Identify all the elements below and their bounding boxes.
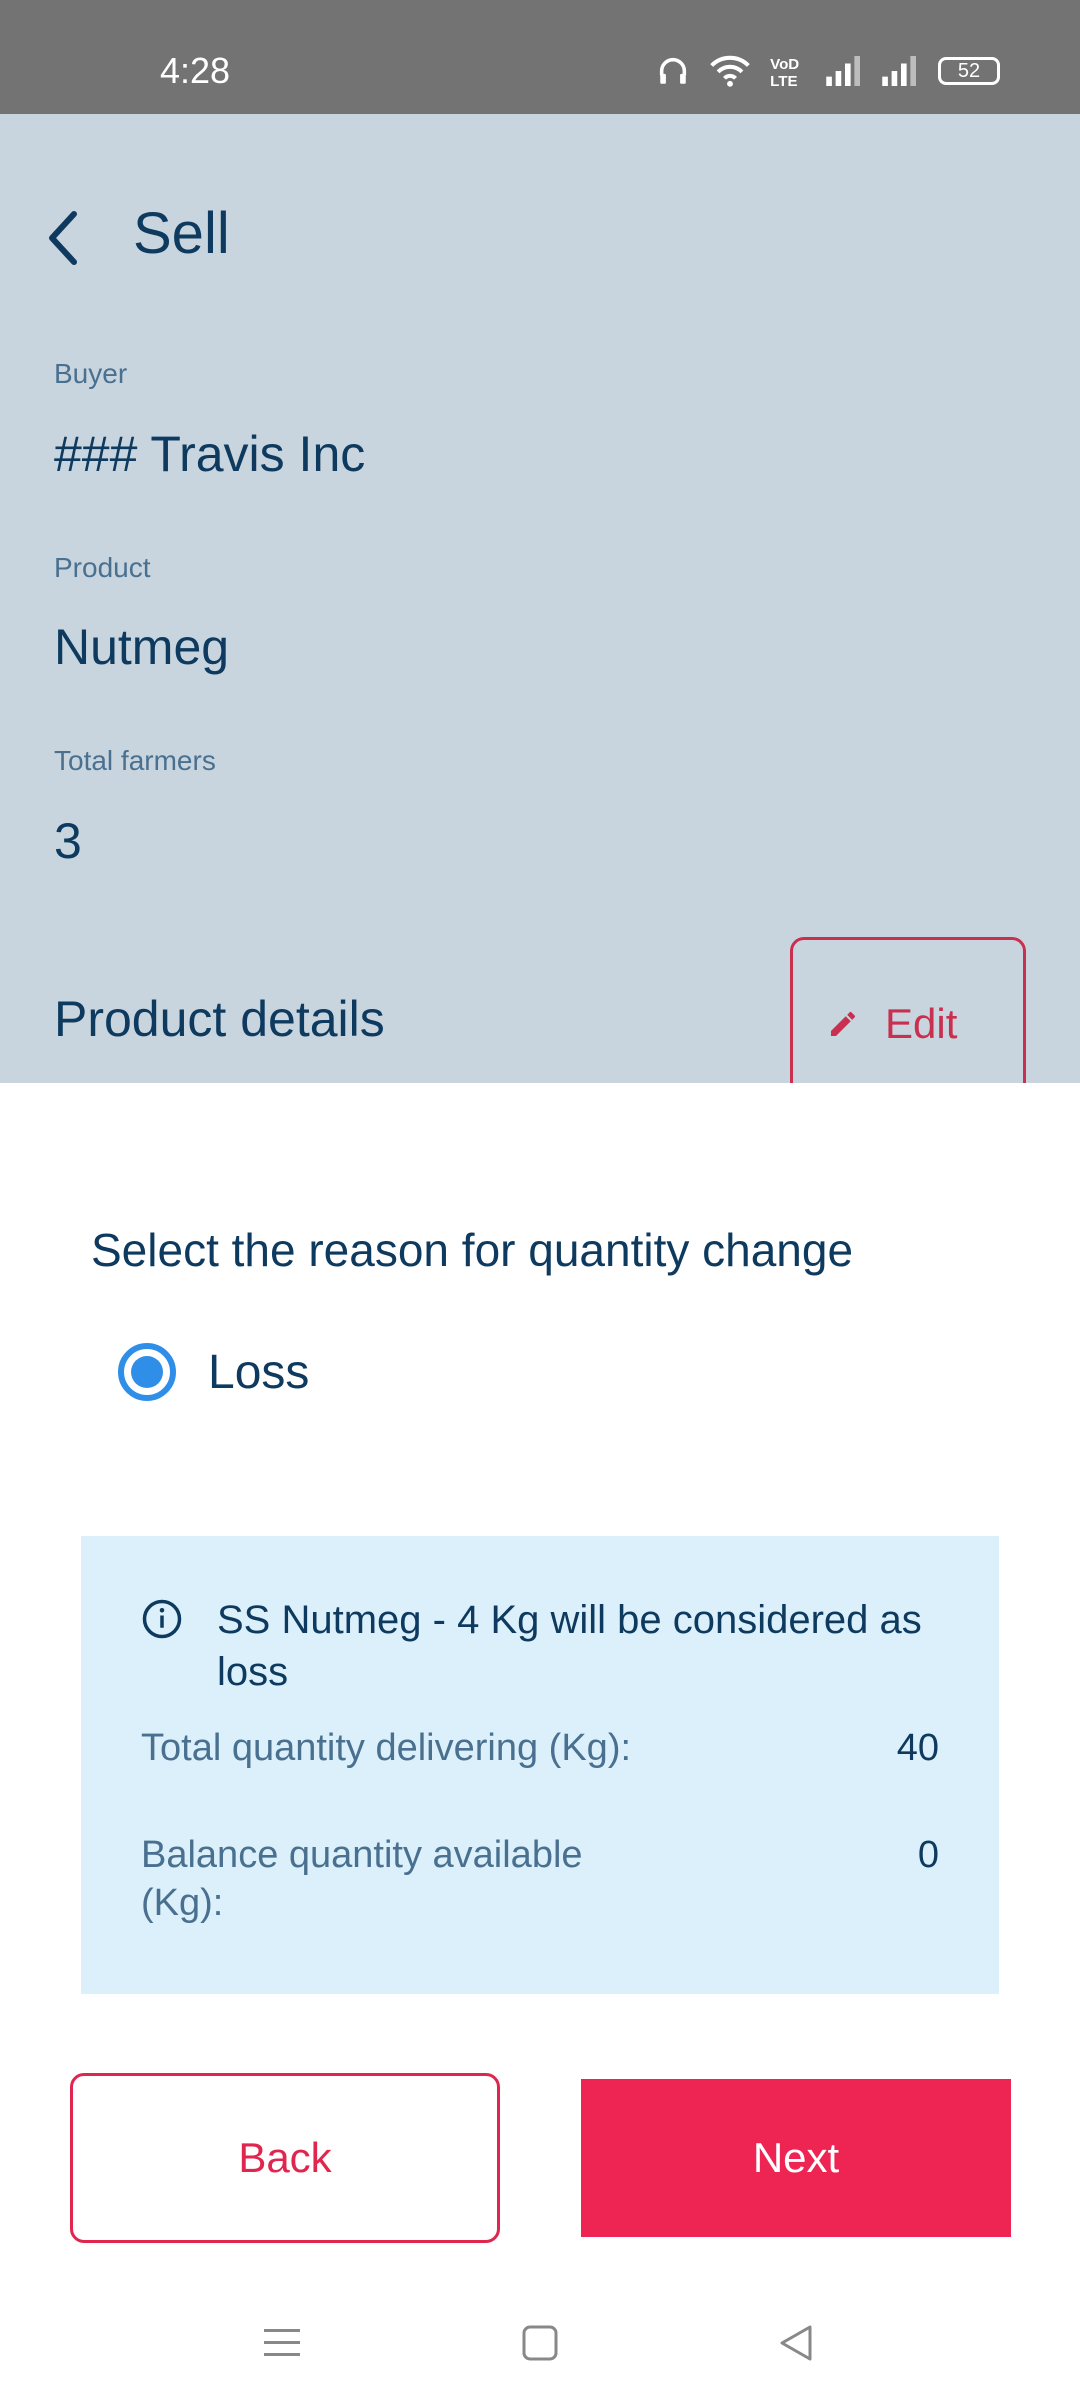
balance-quantity-value: 0 xyxy=(917,1834,939,1876)
info-box: SS Nutmeg - 4 Kg will be considered as l… xyxy=(81,1536,999,1994)
total-farmers-value: 3 xyxy=(54,813,82,869)
chevron-left-icon[interactable] xyxy=(44,208,84,268)
loss-option[interactable]: Loss xyxy=(118,1343,309,1401)
menu-icon[interactable] xyxy=(262,2323,302,2363)
buyer-label: Buyer xyxy=(54,358,128,389)
home-square-icon[interactable] xyxy=(520,2323,560,2363)
balance-quantity-label: Balance quantity available (Kg): xyxy=(141,1834,583,1924)
buyer-value: ### Travis Inc xyxy=(54,426,366,482)
wifi-icon xyxy=(710,55,750,87)
back-triangle-icon[interactable] xyxy=(776,2323,816,2363)
product-label: Product xyxy=(54,552,151,583)
status-icons: VoD LTE 52 xyxy=(656,54,1000,88)
status-bar: 4:28 VoD LTE 52 xyxy=(0,0,1080,114)
edit-button[interactable]: Edit xyxy=(790,937,1026,1097)
signal-icon xyxy=(882,56,916,86)
total-farmers-label: Total farmers xyxy=(54,745,216,776)
product-value: Nutmeg xyxy=(54,619,230,675)
edit-label: Edit xyxy=(885,1000,958,1047)
svg-text:LTE: LTE xyxy=(770,73,797,88)
loss-option-label: Loss xyxy=(208,1345,310,1399)
back-button[interactable]: Back xyxy=(70,2073,500,2243)
pencil-icon xyxy=(831,1011,856,1036)
headphones-icon xyxy=(659,57,687,84)
sheet-title: Select the reason for quantity change xyxy=(91,1224,854,1276)
signal-icon xyxy=(826,56,860,86)
total-quantity-label: Total quantity delivering (Kg): xyxy=(141,1727,632,1769)
next-button[interactable]: Next xyxy=(581,2079,1011,2237)
info-icon xyxy=(142,1599,182,1639)
balance-quantity-row: Balance quantity available (Kg): 0 xyxy=(141,1831,939,1927)
battery-icon: 52 xyxy=(938,57,1000,85)
svg-text:VoD: VoD xyxy=(770,56,799,73)
total-quantity-row: Total quantity delivering (Kg): 40 xyxy=(141,1724,939,1772)
status-time: 4:28 xyxy=(160,50,231,91)
info-message: SS Nutmeg - 4 Kg will be considered as l… xyxy=(217,1598,922,1694)
total-quantity-value: 40 xyxy=(896,1727,939,1769)
volte-icon: VoD LTE xyxy=(770,56,799,88)
page-title: Sell xyxy=(133,201,230,266)
radio-selected-icon[interactable] xyxy=(118,1343,176,1401)
system-nav-bar xyxy=(0,2323,1080,2400)
bottom-sheet: Select the reason for quantity change Lo… xyxy=(0,1083,1080,2400)
product-details-title: Product details xyxy=(54,991,385,1047)
